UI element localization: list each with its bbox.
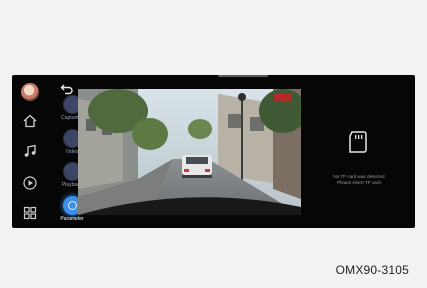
top-handle[interactable]	[218, 75, 268, 77]
tf-card-status: No TF card was detected Please insert TF…	[314, 174, 404, 186]
status-line-2: Please insert TF card	[337, 180, 381, 185]
avatar[interactable]	[21, 83, 39, 101]
back-button[interactable]	[60, 83, 74, 95]
head-unit-screen: Capturing Video Playback Parameter No TF…	[12, 75, 415, 228]
apps-icon[interactable]	[22, 205, 38, 221]
music-icon[interactable]	[22, 143, 38, 159]
play-icon[interactable]	[22, 175, 38, 191]
mode-label: Parameter	[60, 216, 84, 222]
camera-preview[interactable]	[78, 89, 301, 215]
sd-card-icon	[347, 130, 369, 154]
dashcam-scene-image	[78, 89, 301, 215]
nav-rail	[12, 75, 46, 228]
home-icon[interactable]	[22, 113, 38, 129]
model-caption: OMX90-3105	[335, 263, 409, 277]
back-arrow-icon	[60, 84, 73, 95]
